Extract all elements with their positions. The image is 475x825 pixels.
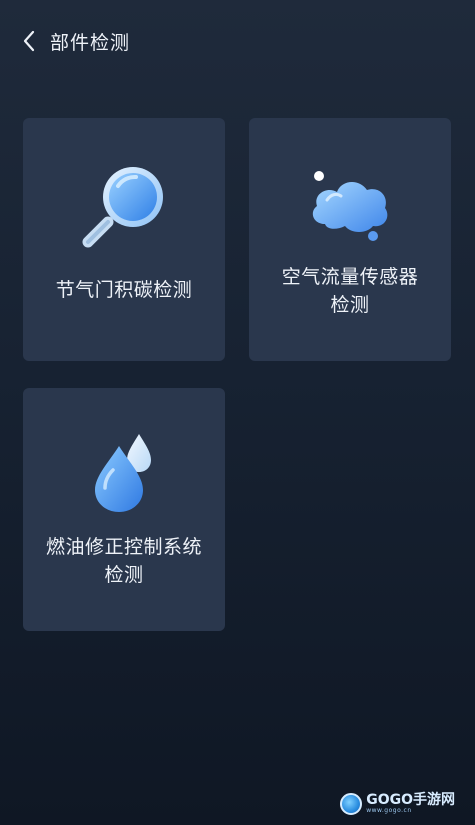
card-label: 燃油修正控制系统 检测 [45, 536, 202, 586]
back-button[interactable] [22, 26, 44, 56]
watermark-brand: GOGO手游网 [366, 792, 455, 808]
chevron-left-icon [23, 30, 35, 52]
card-label: 节气门积碳检测 [55, 279, 193, 301]
card-fuel-trim-detection[interactable]: 燃油修正控制系统 检测 [23, 388, 225, 631]
header: 部件检测 [22, 26, 130, 56]
gogo-logo-icon [340, 793, 363, 815]
card-label: 空气流量传感器 检测 [281, 266, 419, 316]
card-airflow-sensor-detection[interactable]: 空气流量传感器 检测 [249, 118, 451, 361]
water-drop-icon [95, 434, 151, 512]
page-title: 部件检测 [50, 31, 131, 54]
card-throttle-carbon-detection[interactable]: 节气门积碳检测 [23, 118, 225, 361]
watermark: GOGO手游网 www.gogo.cn [340, 793, 455, 815]
magnifier-icon [82, 167, 163, 248]
watermark-url: www.gogo.cn [366, 807, 412, 814]
cloud-icon [312, 171, 388, 241]
